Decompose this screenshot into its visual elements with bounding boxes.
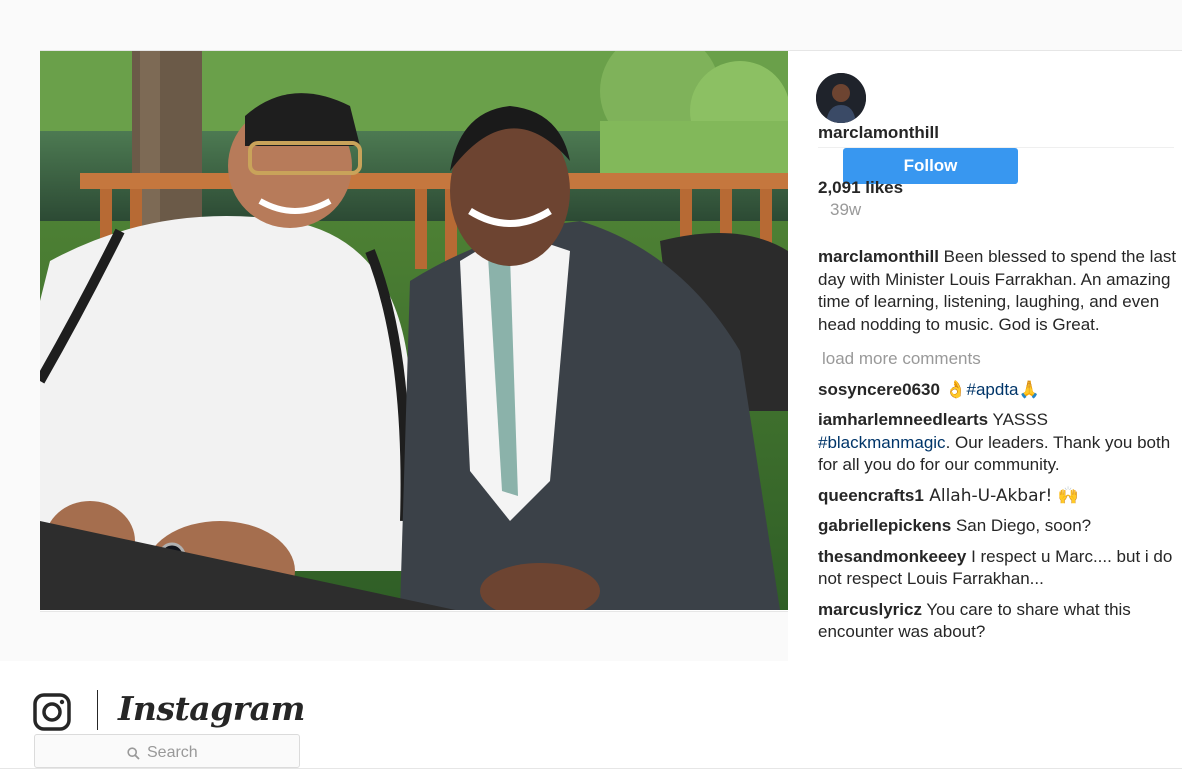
like-count[interactable]: 2,091 likes [818,178,903,198]
list-item: sosyncere0630 👌#apdta🙏 [818,379,1180,402]
post-timestamp[interactable]: 39w [830,200,861,220]
list-item: thesandmonkeeey I respect u Marc.... but… [818,546,1180,591]
comment-text: 👌 [939,379,967,400]
hashtag-link[interactable]: #apdta [967,380,1019,399]
post-photo-image [40,51,788,610]
nav-divider [97,690,98,730]
comment-username[interactable]: iamharlemneedlearts [818,410,988,429]
search-input[interactable] [145,741,289,765]
comment-text: San Diego, soon? [951,516,1092,535]
comment-text: Allah-U-Akbar! 🙌 [923,485,1079,506]
instagram-camera-icon[interactable] [33,693,71,731]
comment-username[interactable]: gabriellepickens [818,516,951,535]
post-sidebar: marclamonthill Follow 2,091 likes 39w ma… [788,51,1182,661]
comment-username[interactable]: queencrafts1 [818,486,924,505]
list-item: gabriellepickens San Diego, soon? [818,515,1180,538]
comment-username[interactable]: sosyncere0630 [818,380,940,399]
comment-username[interactable]: thesandmonkeeey [818,547,966,566]
comment-text-tail: 🙏 [1018,379,1040,400]
list-item: iamharlemneedlearts YASSS #blackmanmagic… [818,409,1180,477]
load-more-comments-link[interactable]: load more comments [822,348,1180,371]
search-icon [127,747,140,760]
post-author-username[interactable]: marclamonthill [818,123,939,143]
list-item: queencrafts1 Allah-U-Akbar! 🙌 [818,485,1180,508]
avatar-image [816,73,866,123]
instagram-nav-bar: Instagram [0,661,1182,769]
comment-text: YASSS [988,410,1048,429]
hashtag-link[interactable]: #blackmanmagic [818,433,946,452]
comment-username[interactable]: marclamonthill [818,247,939,266]
caption: marclamonthill Been blessed to spend the… [818,246,1180,336]
avatar[interactable] [816,73,866,123]
search-box[interactable] [34,734,300,768]
comment-username[interactable]: marcuslyricz [818,600,922,619]
post-photo[interactable] [40,51,788,610]
instagram-logo[interactable]: Instagram [118,689,305,728]
comments-list: marclamonthill Been blessed to spend the… [818,246,1180,652]
list-item: marcuslyricz You care to share what this… [818,599,1180,644]
